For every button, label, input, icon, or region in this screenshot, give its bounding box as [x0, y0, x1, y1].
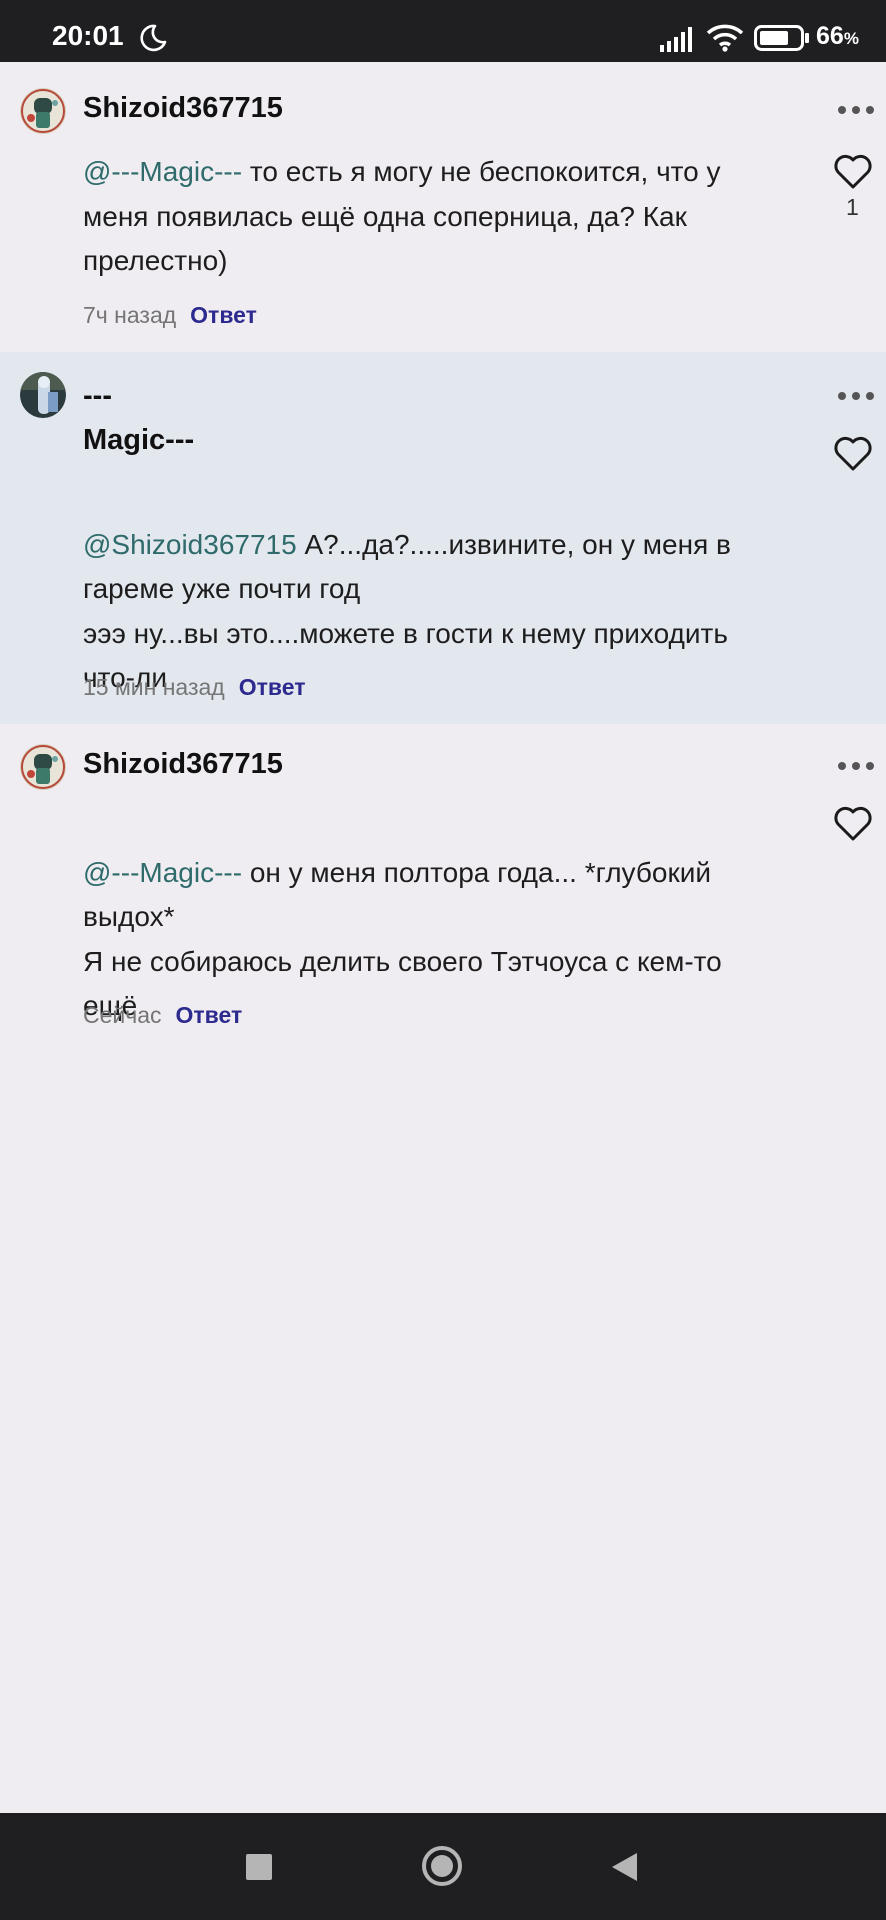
avatar[interactable] — [20, 744, 66, 790]
more-horizontal-icon[interactable] — [836, 760, 876, 772]
mention-link[interactable]: @---Magic--- — [83, 857, 242, 888]
comment-timestamp: Сейчас — [83, 1002, 162, 1028]
comment-timestamp: 7ч назад — [83, 302, 177, 328]
more-horizontal-icon[interactable] — [836, 104, 876, 116]
avatar[interactable] — [20, 88, 66, 134]
comment-timestamp: 15 мин назад — [83, 674, 225, 700]
triangle-back-icon[interactable] — [609, 1851, 639, 1883]
battery-percent: 66% — [816, 22, 859, 50]
comment-text: @---Magic--- то есть я могу не беспокоит… — [83, 150, 773, 284]
signal-icon — [660, 27, 692, 52]
comment-username[interactable]: Shizoid367715 — [83, 748, 283, 781]
heart-outline-icon[interactable] — [833, 154, 873, 190]
like-count: 1 — [846, 194, 859, 220]
comment-username[interactable]: Shizoid367715 — [83, 92, 283, 125]
mention-link[interactable]: @Shizoid367715 — [83, 529, 297, 560]
reply-button[interactable]: Ответ — [176, 1002, 243, 1028]
comment-username[interactable]: --- Magic--- — [83, 374, 194, 462]
comment-text: @Shizoid367715 А?...да?.....извините, он… — [83, 478, 773, 701]
comment-meta: 15 мин назад Ответ — [83, 674, 305, 701]
reply-button[interactable]: Ответ — [190, 302, 257, 328]
comment-meta: Сейчас Ответ — [83, 1002, 242, 1029]
square-icon[interactable] — [246, 1854, 272, 1880]
status-bar: 20:01 66% — [0, 0, 886, 62]
heart-outline-icon[interactable] — [833, 806, 873, 842]
more-horizontal-icon[interactable] — [836, 390, 876, 402]
comment-meta: 7ч назад Ответ — [83, 302, 257, 329]
moon-icon — [140, 24, 167, 52]
status-time: 20:01 — [52, 20, 124, 51]
comment-item: Shizoid367715 @---Magic--- то есть я мог… — [0, 62, 886, 352]
heart-outline-icon[interactable] — [833, 436, 873, 472]
mention-link[interactable]: @---Magic--- — [83, 156, 242, 187]
battery-icon — [754, 25, 809, 51]
avatar-image — [20, 372, 66, 418]
avatar-image — [20, 744, 66, 790]
avatar-image — [20, 88, 66, 134]
comment-item: --- Magic--- @Shizoid367715 А?...да?.....… — [0, 352, 886, 724]
comment-item: Shizoid367715 @---Magic--- он у меня пол… — [0, 724, 886, 1044]
circle-icon[interactable] — [421, 1845, 463, 1887]
comment-text: @---Magic--- он у меня полтора года... *… — [83, 806, 773, 1029]
wifi-icon — [706, 24, 744, 52]
reply-button[interactable]: Ответ — [239, 674, 306, 700]
avatar[interactable] — [20, 372, 66, 418]
